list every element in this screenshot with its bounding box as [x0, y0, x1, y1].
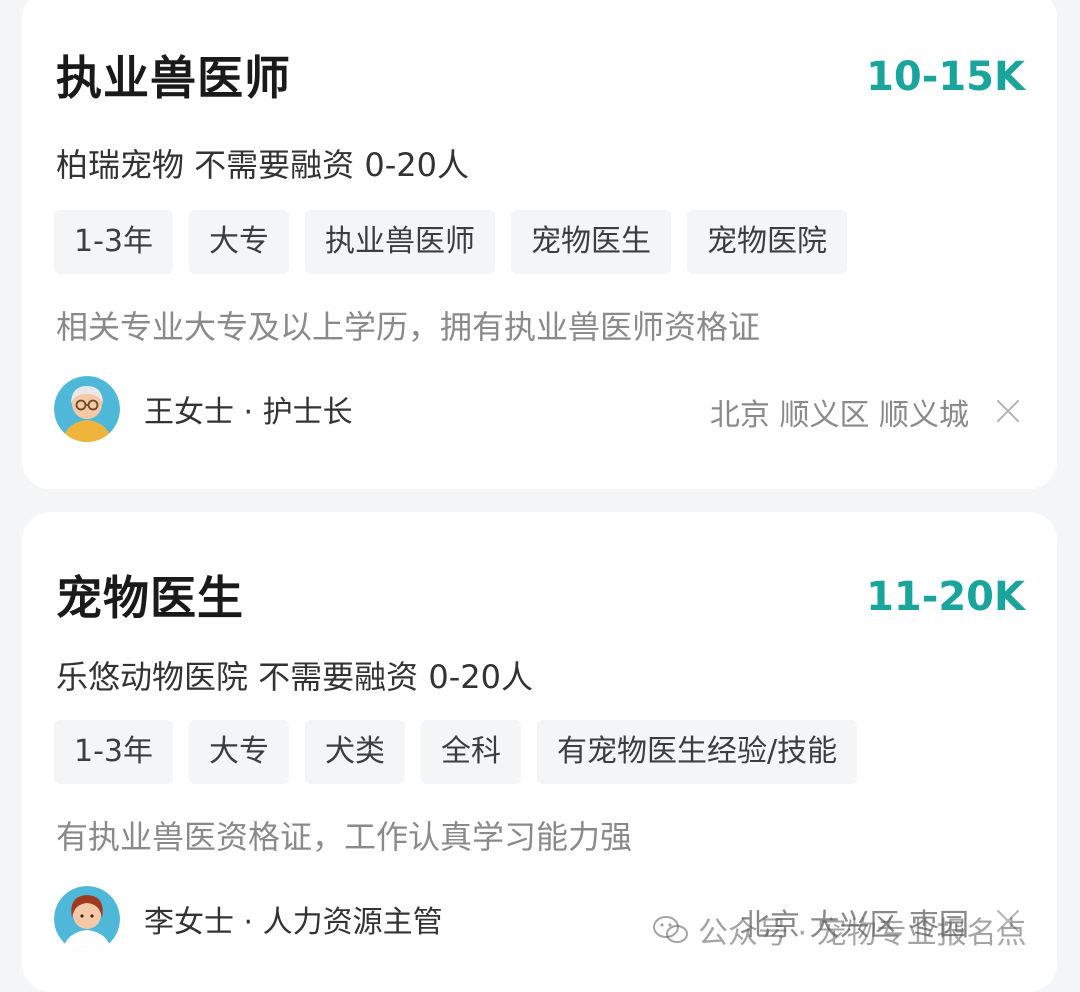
avatar-icon	[54, 376, 120, 442]
close-icon[interactable]	[993, 396, 1023, 426]
recruiter: 王女士 · 护士长	[54, 376, 353, 442]
job-description: 有执业兽医资格证，工作认真学习能力强	[56, 818, 633, 856]
watermark-text: 公众号 · 宠物专业报名点	[698, 916, 1027, 951]
avatar-icon	[54, 886, 120, 952]
tag: 全科	[421, 720, 521, 784]
tag: 1-3年	[54, 210, 173, 274]
job-card[interactable]: 执业兽医师 10-15K 柏瑞宠物 不需要融资 0-20人 1-3年 大专 执业…	[22, 0, 1057, 489]
tag: 1-3年	[54, 720, 173, 784]
recruiter: 李女士 · 人力资源主管	[54, 886, 443, 952]
recruiter-name: 李女士 · 人力资源主管	[144, 905, 443, 940]
job-location: 北京 顺义区 顺义城	[709, 398, 969, 433]
tag: 犬类	[305, 720, 405, 784]
recruiter-name: 王女士 · 护士长	[144, 395, 353, 430]
company-info: 乐悠动物医院 不需要融资 0-20人	[56, 658, 533, 696]
company-info: 柏瑞宠物 不需要融资 0-20人	[56, 146, 469, 184]
job-title: 宠物医生	[56, 571, 244, 625]
watermark: 公众号 · 宠物专业报名点	[652, 908, 1027, 952]
tag: 执业兽医师	[305, 210, 495, 274]
tag: 大专	[189, 720, 289, 784]
tag-list: 1-3年 大专 犬类 全科 有宠物医生经验/技能	[54, 720, 858, 784]
tag: 宠物医生	[511, 210, 671, 274]
tag: 大专	[189, 210, 289, 274]
job-title: 执业兽医师	[56, 51, 291, 105]
tag-list: 1-3年 大专 执业兽医师 宠物医生 宠物医院	[54, 210, 847, 274]
salary: 10-15K	[866, 54, 1025, 100]
salary: 11-20K	[866, 574, 1025, 620]
wechat-icon	[653, 916, 688, 943]
job-description: 相关专业大专及以上学历，拥有执业兽医师资格证	[56, 308, 761, 346]
tag: 宠物医院	[687, 210, 847, 274]
tag: 有宠物医生经验/技能	[537, 720, 858, 784]
